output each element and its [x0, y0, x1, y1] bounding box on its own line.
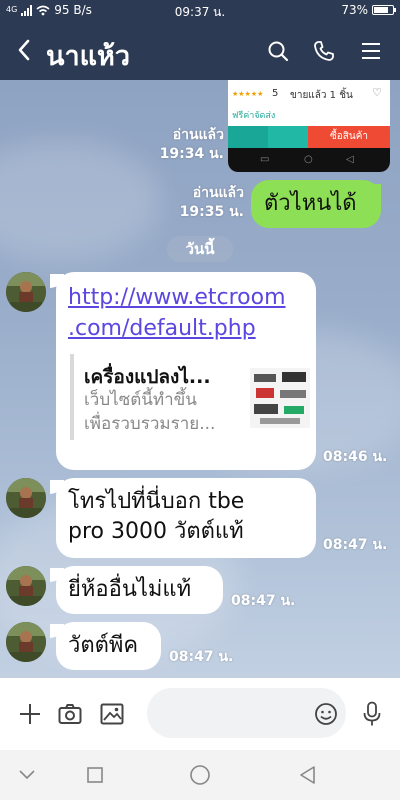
- preview-thumbnail: [250, 368, 310, 428]
- date-separator: วันนี้: [167, 236, 233, 262]
- cart-icon[interactable]: [268, 126, 308, 148]
- message-input-bar: [0, 678, 400, 750]
- chevron-down-icon: [19, 770, 35, 780]
- emoji-icon: [315, 703, 337, 725]
- heart-icon[interactable]: ♡: [372, 86, 382, 99]
- system-navigation-bar: [0, 750, 400, 800]
- message-time: 08:47 น.: [231, 593, 296, 609]
- received-message-bubble[interactable]: โทรไปที่นี่บอก tbe pro 3000 วัตต์แท้: [56, 478, 316, 558]
- sent-message-bubble[interactable]: ตัวไหนได้: [251, 180, 381, 228]
- search-icon: [268, 41, 289, 62]
- chat-shop-icon[interactable]: [228, 126, 268, 148]
- read-status: อ่านแล้ว: [192, 185, 244, 201]
- link-url-line2: .com/default.php: [68, 316, 256, 341]
- phone-icon: [314, 41, 334, 61]
- status-right: 73%: [341, 3, 396, 17]
- avatar[interactable]: [6, 622, 46, 662]
- chat-header: นาแห้ว: [0, 22, 400, 80]
- avatar[interactable]: [6, 478, 46, 518]
- voice-button[interactable]: [358, 700, 386, 728]
- mic-icon: [363, 701, 381, 726]
- emoji-button[interactable]: [312, 700, 340, 728]
- message-text: ตัวไหนได้: [264, 191, 357, 216]
- preview-description: เว็บไซต์นี้ทำขึ้น เพื่อรวบรวมราย...: [84, 390, 216, 434]
- camera-button[interactable]: [56, 700, 84, 728]
- read-status: อ่านแล้ว: [172, 127, 224, 143]
- link-url-line1: http://www.etcroom: [68, 285, 286, 310]
- image-icon: [100, 703, 124, 725]
- recents-button[interactable]: [82, 762, 108, 788]
- circle-icon: [190, 765, 210, 785]
- back-button[interactable]: [8, 32, 40, 68]
- avatar[interactable]: [6, 272, 46, 312]
- search-button[interactable]: [263, 36, 293, 66]
- product-info-row: ★★★★★ 5 ขายแล้ว 1 ชิ้น ♡: [228, 86, 390, 106]
- avatar-image: [6, 622, 46, 662]
- sent-message-meta: อ่านแล้ว 19:35 น.: [164, 184, 244, 222]
- star-rating-icon: ★★★★★: [232, 90, 264, 98]
- shared-product-card[interactable]: ★★★★★ 5 ขายแล้ว 1 ชิ้น ♡ ฟรีค่าจัดส่ง ซื…: [228, 80, 390, 172]
- triangle-back-icon: [300, 766, 315, 784]
- call-button[interactable]: [309, 36, 339, 66]
- message-text: โทรไปที่นี่บอก tbe pro 3000 วัตต์แท้: [68, 489, 245, 544]
- battery-percent: 73%: [341, 3, 368, 17]
- message-time: 19:35 น.: [179, 204, 244, 220]
- square-icon: [87, 767, 103, 783]
- received-message-bubble[interactable]: วัตต์พีค: [56, 622, 161, 670]
- link-url[interactable]: http://www.etcroom .com/default.php: [68, 282, 286, 344]
- product-shipping: ฟรีค่าจัดส่ง: [232, 111, 276, 121]
- camera-icon: [58, 704, 82, 724]
- status-time: 09:37 น.: [174, 5, 226, 19]
- system-back-button[interactable]: [295, 762, 321, 788]
- add-button[interactable]: [16, 700, 44, 728]
- battery-icon: [372, 5, 396, 15]
- avatar-image: [6, 478, 46, 518]
- avatar-image: [6, 272, 46, 312]
- link-preview[interactable]: เครื่องแปลงไ... เว็บไซต์นี้ทำขึ้น เพื่อร…: [70, 354, 310, 440]
- chat-title: นาแห้ว: [46, 41, 130, 72]
- avatar[interactable]: [6, 566, 46, 606]
- message-time: 08:47 น.: [169, 649, 234, 665]
- menu-icon: [362, 43, 380, 59]
- product-message-meta: อ่านแล้ว 19:34 น.: [144, 126, 224, 164]
- status-bar: 4G 95 B/s 09:37 น. 73%: [0, 0, 400, 22]
- menu-button[interactable]: [356, 36, 386, 66]
- chevron-left-icon: [18, 39, 30, 61]
- chat-area[interactable]: ★★★★★ 5 ขายแล้ว 1 ชิ้น ♡ ฟรีค่าจัดส่ง ซื…: [0, 80, 400, 678]
- message-time: 08:46 น.: [323, 449, 388, 465]
- link-message-bubble[interactable]: http://www.etcroom .com/default.php เครื…: [56, 272, 316, 470]
- message-time: 19:34 น.: [159, 146, 224, 162]
- screenshot-nav-bar: ▭ ○ ◁: [228, 148, 390, 172]
- product-sold-count: ขายแล้ว 1 ชิ้น: [290, 90, 353, 101]
- plus-icon: [20, 704, 40, 724]
- received-message-bubble[interactable]: ยี่ห้ออื่นไม่แท้: [56, 566, 223, 614]
- message-text: วัตต์พีค: [68, 633, 139, 658]
- message-text: ยี่ห้ออื่นไม่แท้: [68, 577, 192, 602]
- gallery-button[interactable]: [98, 700, 126, 728]
- product-action-bar: ซื้อสินค้า: [228, 126, 390, 148]
- home-button[interactable]: [187, 762, 213, 788]
- buy-button[interactable]: ซื้อสินค้า: [308, 126, 390, 148]
- message-time: 08:47 น.: [323, 537, 388, 553]
- hide-keyboard-button[interactable]: [14, 762, 40, 788]
- avatar-image: [6, 566, 46, 606]
- product-rating: 5: [272, 88, 279, 99]
